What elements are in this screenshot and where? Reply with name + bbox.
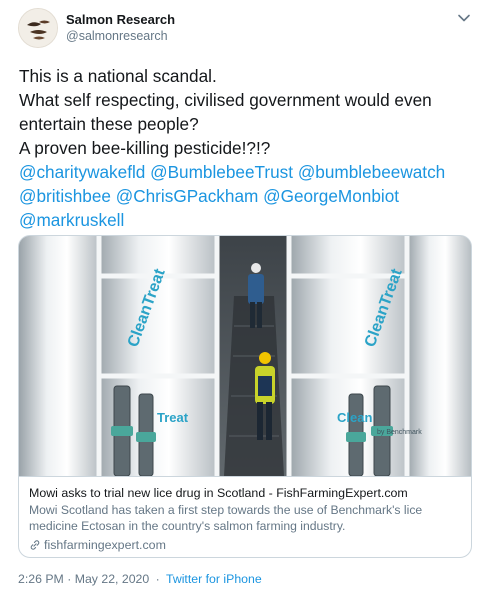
mention-markruskell[interactable]: @markruskell — [19, 210, 124, 230]
tank-brand-label: by Benchmark — [377, 429, 422, 436]
tweet-line: This is a national scandal. — [19, 66, 217, 86]
mention-list: @charitywakefld @BumblebeeTrust @bumbleb… — [19, 160, 479, 232]
card-text[interactable]: Mowi asks to trial new lice drug in Scot… — [19, 476, 471, 557]
tweet-text: This is a national scandal. What self re… — [19, 64, 479, 232]
mention-charitywakefld[interactable]: @charitywakefld — [19, 162, 145, 182]
avatar[interactable] — [18, 8, 58, 48]
author-handle[interactable]: @salmonresearch — [66, 29, 168, 43]
tweet-line: A proven bee-killing pesticide!?!? — [19, 138, 271, 158]
card-description: Mowi Scotland has taken a first step tow… — [29, 503, 423, 533]
link-icon — [30, 540, 40, 550]
tweet: Salmon Research @salmonresearch This is … — [0, 0, 488, 591]
tweet-footer: 2:26 PM · May 22, 2020 · Twitter for iPh… — [18, 572, 262, 586]
footer-separator: · — [155, 572, 160, 586]
treat-left-label: Treat — [157, 410, 189, 425]
card-domain: fishfarmingexpert.com — [29, 537, 461, 553]
tweet-line: entertain these people? — [19, 114, 199, 134]
card-title: Mowi asks to trial new lice drug in Scot… — [29, 486, 408, 500]
tweet-source[interactable]: Twitter for iPhone — [166, 572, 262, 586]
author-name[interactable]: Salmon Research — [66, 12, 175, 27]
card-photo: CleanTreat CleanTreat Treat Clean by Ben… — [19, 236, 471, 476]
tweet-line: What self respecting, civilised governme… — [19, 90, 432, 110]
link-card[interactable]: CleanTreat CleanTreat Treat Clean by Ben… — [18, 235, 472, 558]
mention-bumblebeetrust[interactable]: @BumblebeeTrust — [150, 162, 293, 182]
mention-chrisgpackham[interactable]: @ChrisGPackham — [116, 186, 259, 206]
mention-bumblebeewatch[interactable]: @bumblebeewatch — [298, 162, 445, 182]
tweet-timestamp[interactable]: 2:26 PM · May 22, 2020 — [18, 572, 149, 586]
avatar-image — [19, 9, 57, 47]
card-image[interactable]: CleanTreat CleanTreat Treat Clean by Ben… — [19, 236, 471, 476]
mention-britishbee[interactable]: @britishbee — [19, 186, 111, 206]
card-domain-text: fishfarmingexpert.com — [44, 538, 166, 552]
mention-georgemonbiot[interactable]: @GeorgeMonbiot — [263, 186, 399, 206]
treat-right-label: Clean — [337, 410, 372, 425]
chevron-down-icon[interactable] — [456, 10, 472, 26]
